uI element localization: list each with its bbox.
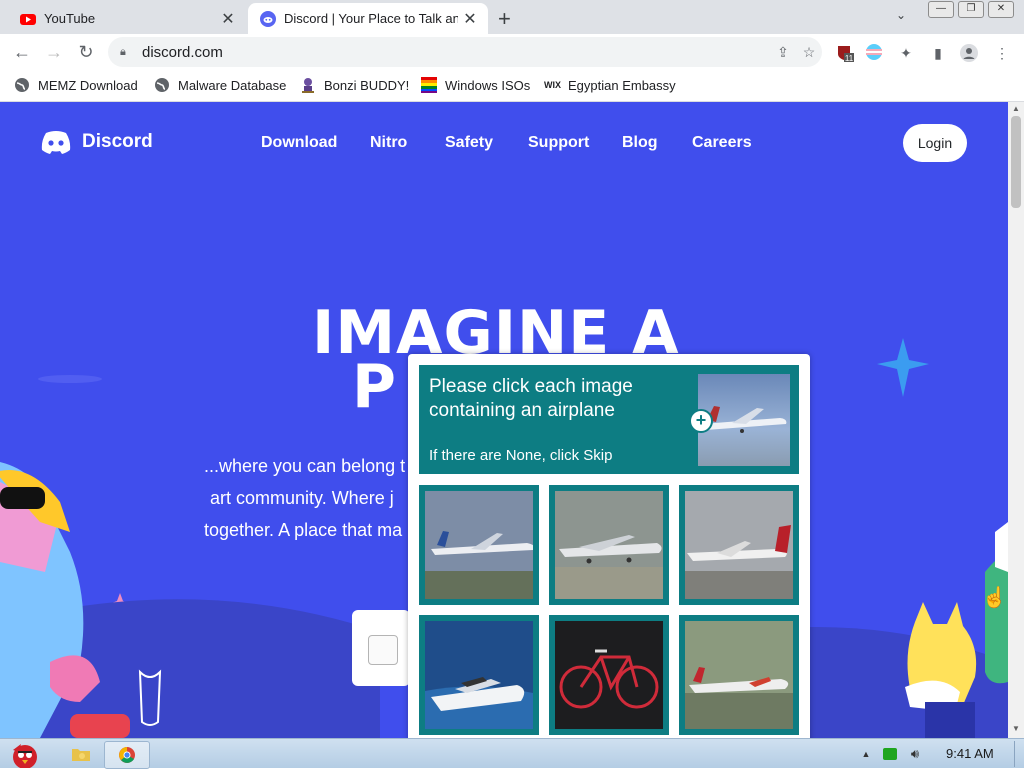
browser-toolbar: ← → ↻ 🔒︎ discord.com ⇪ ☆ 11 ✦ ▮ ⋮ (0, 34, 1024, 70)
network-icon[interactable] (882, 741, 898, 767)
logo-text: Discord (82, 131, 153, 152)
bookmarks-bar: MEMZ Download Malware Database Bonzi BUD… (0, 70, 1024, 102)
tab-youtube[interactable]: YouTube ✕ (8, 3, 246, 34)
discord-icon (260, 10, 276, 27)
close-icon[interactable]: ✕ (458, 9, 482, 29)
nav-support[interactable]: Support (528, 134, 589, 152)
new-tab-button[interactable]: + (498, 6, 511, 32)
lock-icon[interactable]: 🔒︎ (120, 46, 134, 59)
expand-sample-icon[interactable]: + (689, 409, 713, 433)
sidebar-icon[interactable]: ▮ (929, 44, 947, 62)
address-bar[interactable]: 🔒︎ discord.com ⇪ ☆ (108, 37, 822, 67)
bookmark-item[interactable]: Windows ISOs (421, 77, 530, 93)
hero-heading-line2: P (352, 352, 397, 422)
captcha-tile[interactable] (419, 615, 539, 735)
show-desktop-button[interactable] (1014, 741, 1024, 767)
profile-avatar-icon[interactable] (960, 44, 978, 62)
start-bird-icon[interactable] (2, 741, 48, 768)
captcha-checkbox[interactable] (368, 635, 398, 665)
scroll-down-arrow-icon[interactable]: ▼ (1012, 724, 1020, 733)
captcha-tile[interactable] (549, 615, 669, 735)
scroll-up-arrow-icon[interactable]: ▲ (1012, 104, 1020, 113)
bookmark-label: Egyptian Embassy (568, 77, 676, 93)
extension-badge: 11 (845, 54, 854, 62)
globe-icon (14, 77, 30, 93)
bookmark-item[interactable]: WIX Egyptian Embassy (544, 77, 676, 93)
taskbar: ▲ 🔊︎ 9:41 AM (0, 738, 1024, 769)
tab-discord[interactable]: Discord | Your Place to Talk and Hang Ou… (248, 3, 488, 34)
nav-nitro[interactable]: Nitro (370, 134, 407, 152)
window-controls: — ❐ ✕ (928, 1, 1014, 18)
globe-icon (154, 77, 170, 93)
captcha-prompt: Please click each image containing an ai… (429, 376, 633, 421)
bonzi-icon (300, 77, 316, 93)
nav-safety[interactable]: Safety (445, 134, 493, 152)
url-text[interactable]: discord.com (142, 44, 770, 61)
wix-icon: WIX (544, 80, 561, 90)
bookmark-label: Malware Database (178, 77, 287, 93)
discord-logo[interactable]: Discord (40, 130, 153, 154)
puzzle-icon[interactable]: ✦ (897, 44, 915, 62)
folder-icon[interactable] (68, 741, 94, 767)
back-arrow-icon[interactable]: ← (10, 40, 34, 64)
close-icon[interactable]: ✕ (216, 9, 240, 29)
tab-strip: YouTube ✕ Discord | Your Place to Talk a… (0, 0, 1024, 34)
hero-subtitle-line: ...where you can belong t (204, 456, 406, 476)
captcha-tile[interactable] (679, 615, 799, 735)
chrome-icon[interactable] (104, 741, 150, 769)
hand-cursor-icon: ☝ (982, 587, 1007, 609)
volume-icon[interactable]: 🔊︎ (906, 741, 924, 767)
bookmark-label: Windows ISOs (445, 77, 531, 93)
bookmark-item[interactable]: Malware Database (154, 77, 286, 93)
captcha-checkbox-card (352, 610, 410, 686)
taskbar-clock[interactable]: 9:41 AM (946, 746, 994, 761)
nav-blog[interactable]: Blog (622, 134, 658, 152)
bookmark-item[interactable]: Bonzi BUDDY! (300, 77, 409, 93)
restore-button[interactable]: ❐ (958, 1, 984, 18)
menu-icon[interactable]: ⋮ (993, 44, 1011, 62)
share-icon[interactable]: ⇪ (770, 44, 796, 61)
star-icon[interactable]: ☆ (796, 44, 822, 61)
captcha-challenge: Please click each image containing an ai… (408, 354, 810, 744)
bookmark-label: Bonzi BUDDY! (324, 77, 410, 93)
captcha-tile[interactable] (679, 485, 799, 605)
windows-icon (421, 77, 437, 93)
extension-flag-icon[interactable] (865, 44, 883, 62)
captcha-tile[interactable] (549, 485, 669, 605)
scroll-thumb[interactable] (1011, 116, 1021, 208)
captcha-tile[interactable] (419, 485, 539, 605)
youtube-icon (20, 13, 36, 25)
page-scrollbar[interactable]: ▲ ▼ (1008, 102, 1024, 738)
captcha-header: Please click each image containing an ai… (419, 365, 799, 474)
hero-subtitle-line: art community. Where j (210, 488, 394, 508)
tab-title: YouTube (44, 11, 96, 26)
bookmark-item[interactable]: MEMZ Download (14, 77, 138, 93)
chevron-down-icon[interactable]: ⌄ (896, 8, 906, 22)
captcha-skip-hint: If there are None, click Skip (429, 447, 613, 464)
tab-title: Discord | Your Place to Talk and Hang Ou… (284, 11, 458, 26)
nav-download[interactable]: Download (261, 134, 337, 152)
hero-subtitle-line: together. A place that ma (204, 520, 403, 540)
minimize-button[interactable]: — (928, 1, 954, 18)
login-button[interactable]: Login (903, 124, 967, 162)
tray-up-arrow-icon[interactable]: ▲ (858, 741, 874, 767)
nav-careers[interactable]: Careers (692, 134, 752, 152)
reload-icon[interactable]: ↻ (74, 40, 98, 64)
close-window-button[interactable]: ✕ (988, 1, 1014, 18)
extension-shield-icon[interactable]: 11 (836, 44, 854, 63)
discord-wordmark-icon (41, 131, 71, 154)
forward-arrow-icon[interactable]: → (42, 40, 66, 64)
bookmark-label: MEMZ Download (38, 77, 138, 93)
